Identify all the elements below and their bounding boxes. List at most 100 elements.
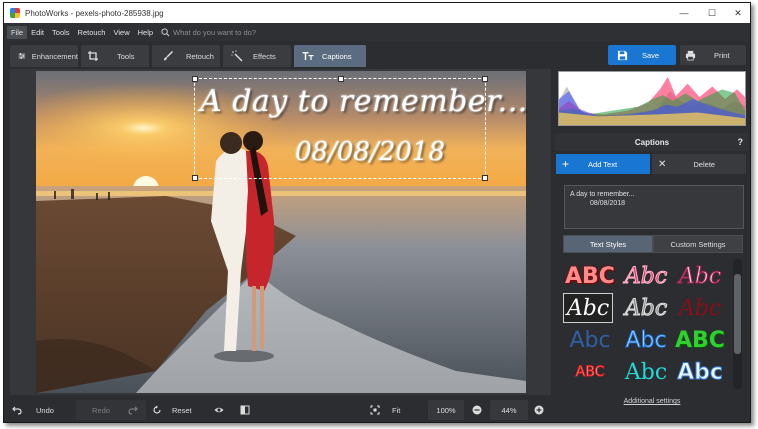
eye-icon: [214, 407, 224, 413]
close-icon[interactable]: ✕: [724, 3, 750, 23]
text-style-preset[interactable]: Abc: [621, 293, 671, 323]
menu-tools[interactable]: Tools: [48, 26, 74, 39]
tab-retouch-label: Retouch: [186, 51, 214, 61]
resize-handle[interactable]: [192, 76, 198, 82]
undo-icon: [12, 406, 22, 415]
crop-icon: [88, 51, 98, 61]
tab-tools-label: Tools: [117, 51, 135, 61]
right-panel: Captions ? + Add Text ✕ Delete A day to …: [555, 69, 749, 422]
text-style-preset[interactable]: Abc: [675, 293, 725, 323]
tab-enhancement-label: Enhancement: [31, 51, 78, 61]
add-text-label: Add Text: [588, 159, 618, 169]
redo-label: Redo: [92, 405, 110, 415]
search-box[interactable]: [161, 27, 314, 37]
text-style-preset[interactable]: ABC: [565, 357, 615, 387]
redo-button[interactable]: Redo: [76, 400, 146, 420]
printer-icon: [685, 50, 696, 60]
text-style-preset[interactable]: ABC: [565, 261, 615, 291]
style-tabs: Text Styles Custom Settings: [563, 235, 743, 253]
tab-captions-label: Captions: [322, 51, 352, 61]
reset-label: Reset: [172, 405, 192, 415]
print-button[interactable]: Print: [680, 45, 746, 65]
zoom-level-field[interactable]: 44%: [490, 400, 528, 420]
caption-field-line1: A day to remember...: [570, 191, 635, 198]
magic-wand-icon: [231, 50, 243, 62]
delete-button[interactable]: ✕ Delete: [652, 154, 746, 174]
caption-field-line2: 08/08/2018: [590, 200, 626, 207]
resize-handle[interactable]: [338, 76, 344, 82]
canvas-area: A day to remember... 08/08/2018: [10, 69, 551, 395]
caption-text-field[interactable]: A day to remember... 08/08/2018: [564, 185, 744, 229]
bottom-bar: Undo Redo Reset Fit 100% 44%: [4, 397, 552, 422]
zoom-in-button[interactable]: [534, 400, 546, 420]
add-text-button[interactable]: + Add Text: [556, 154, 650, 174]
reset-icon: [153, 405, 161, 414]
toolbar: Enhancement Tools Retouch Effects Captio…: [4, 41, 750, 67]
text-styles-grid: ABC Abc Abc Abc Abc Abc Abc Abc ABC ABC …: [563, 259, 729, 389]
fit-button[interactable]: Fit: [370, 400, 424, 420]
resize-handle[interactable]: [482, 175, 488, 181]
search-input[interactable]: [173, 27, 314, 37]
help-button[interactable]: ?: [738, 133, 744, 151]
histogram: [558, 71, 746, 126]
window-title: PhotoWorks - pexels-photo-285938.jpg: [25, 8, 164, 18]
app-logo-icon: [10, 8, 20, 18]
fit-screen-icon: [370, 405, 380, 415]
text-style-preset[interactable]: Abc: [621, 357, 671, 387]
tab-captions[interactable]: Captions: [294, 45, 366, 67]
text-style-preset[interactable]: Abc: [621, 325, 671, 355]
scrollbar-thumb[interactable]: [734, 274, 741, 354]
styles-scrollbar[interactable]: [733, 259, 742, 389]
menu-file[interactable]: File: [7, 25, 28, 39]
print-label: Print: [714, 50, 730, 60]
resize-handle[interactable]: [192, 175, 198, 181]
text-icon: [302, 52, 314, 60]
reset-button[interactable]: Reset: [152, 400, 202, 420]
text-style-preset[interactable]: Abc: [675, 357, 725, 387]
tab-enhancement[interactable]: Enhancement: [10, 45, 78, 67]
menu-bar: File Edit Tools Retouch View Help: [4, 23, 750, 41]
captions-panel-title: Captions: [555, 133, 749, 151]
zoom-out-button[interactable]: [472, 400, 484, 420]
brush-icon: [164, 51, 173, 61]
additional-settings-link[interactable]: Additional settings: [555, 398, 749, 405]
zoom-in-icon: [534, 405, 544, 415]
histogram-graph: [559, 76, 745, 125]
undo-button[interactable]: Undo: [12, 400, 72, 420]
menu-retouch[interactable]: Retouch: [74, 26, 110, 39]
tab-tools[interactable]: Tools: [81, 45, 149, 67]
save-icon: [617, 50, 628, 60]
tab-custom-settings[interactable]: Custom Settings: [653, 235, 743, 253]
caption-selection-box[interactable]: [192, 76, 488, 181]
app-window: PhotoWorks - pexels-photo-285938.jpg — ☐…: [3, 2, 751, 423]
delete-label: Delete: [693, 159, 716, 169]
tab-text-styles[interactable]: Text Styles: [563, 235, 653, 253]
plus-icon: +: [562, 157, 570, 171]
undo-label: Undo: [36, 405, 54, 415]
menu-view[interactable]: View: [109, 26, 133, 39]
menu-edit[interactable]: Edit: [27, 26, 48, 39]
search-icon: [161, 27, 170, 37]
sliders-icon: [18, 53, 26, 59]
tab-retouch[interactable]: Retouch: [152, 45, 220, 67]
redo-icon: [128, 406, 138, 415]
minimize-icon[interactable]: —: [670, 3, 698, 23]
compare-button[interactable]: [240, 400, 256, 420]
zoom-100-button[interactable]: 100%: [428, 400, 464, 420]
save-button[interactable]: Save: [608, 45, 676, 65]
menu-help[interactable]: Help: [134, 26, 157, 39]
text-style-preset[interactable]: Abc: [565, 325, 615, 355]
tab-effects[interactable]: Effects: [223, 45, 291, 67]
close-icon: ✕: [658, 158, 667, 170]
compare-icon: [240, 405, 250, 415]
preview-button[interactable]: [214, 400, 230, 420]
maximize-icon[interactable]: ☐: [698, 3, 726, 23]
zoom-out-icon: [472, 405, 482, 415]
text-style-preset[interactable]: ABC: [675, 325, 725, 355]
text-style-preset[interactable]: Abc: [675, 261, 725, 291]
resize-handle[interactable]: [482, 76, 488, 82]
tab-effects-label: Effects: [253, 51, 276, 61]
save-label: Save: [642, 50, 660, 60]
text-style-preset[interactable]: Abc: [621, 261, 671, 291]
text-style-preset[interactable]: Abc: [563, 293, 613, 323]
